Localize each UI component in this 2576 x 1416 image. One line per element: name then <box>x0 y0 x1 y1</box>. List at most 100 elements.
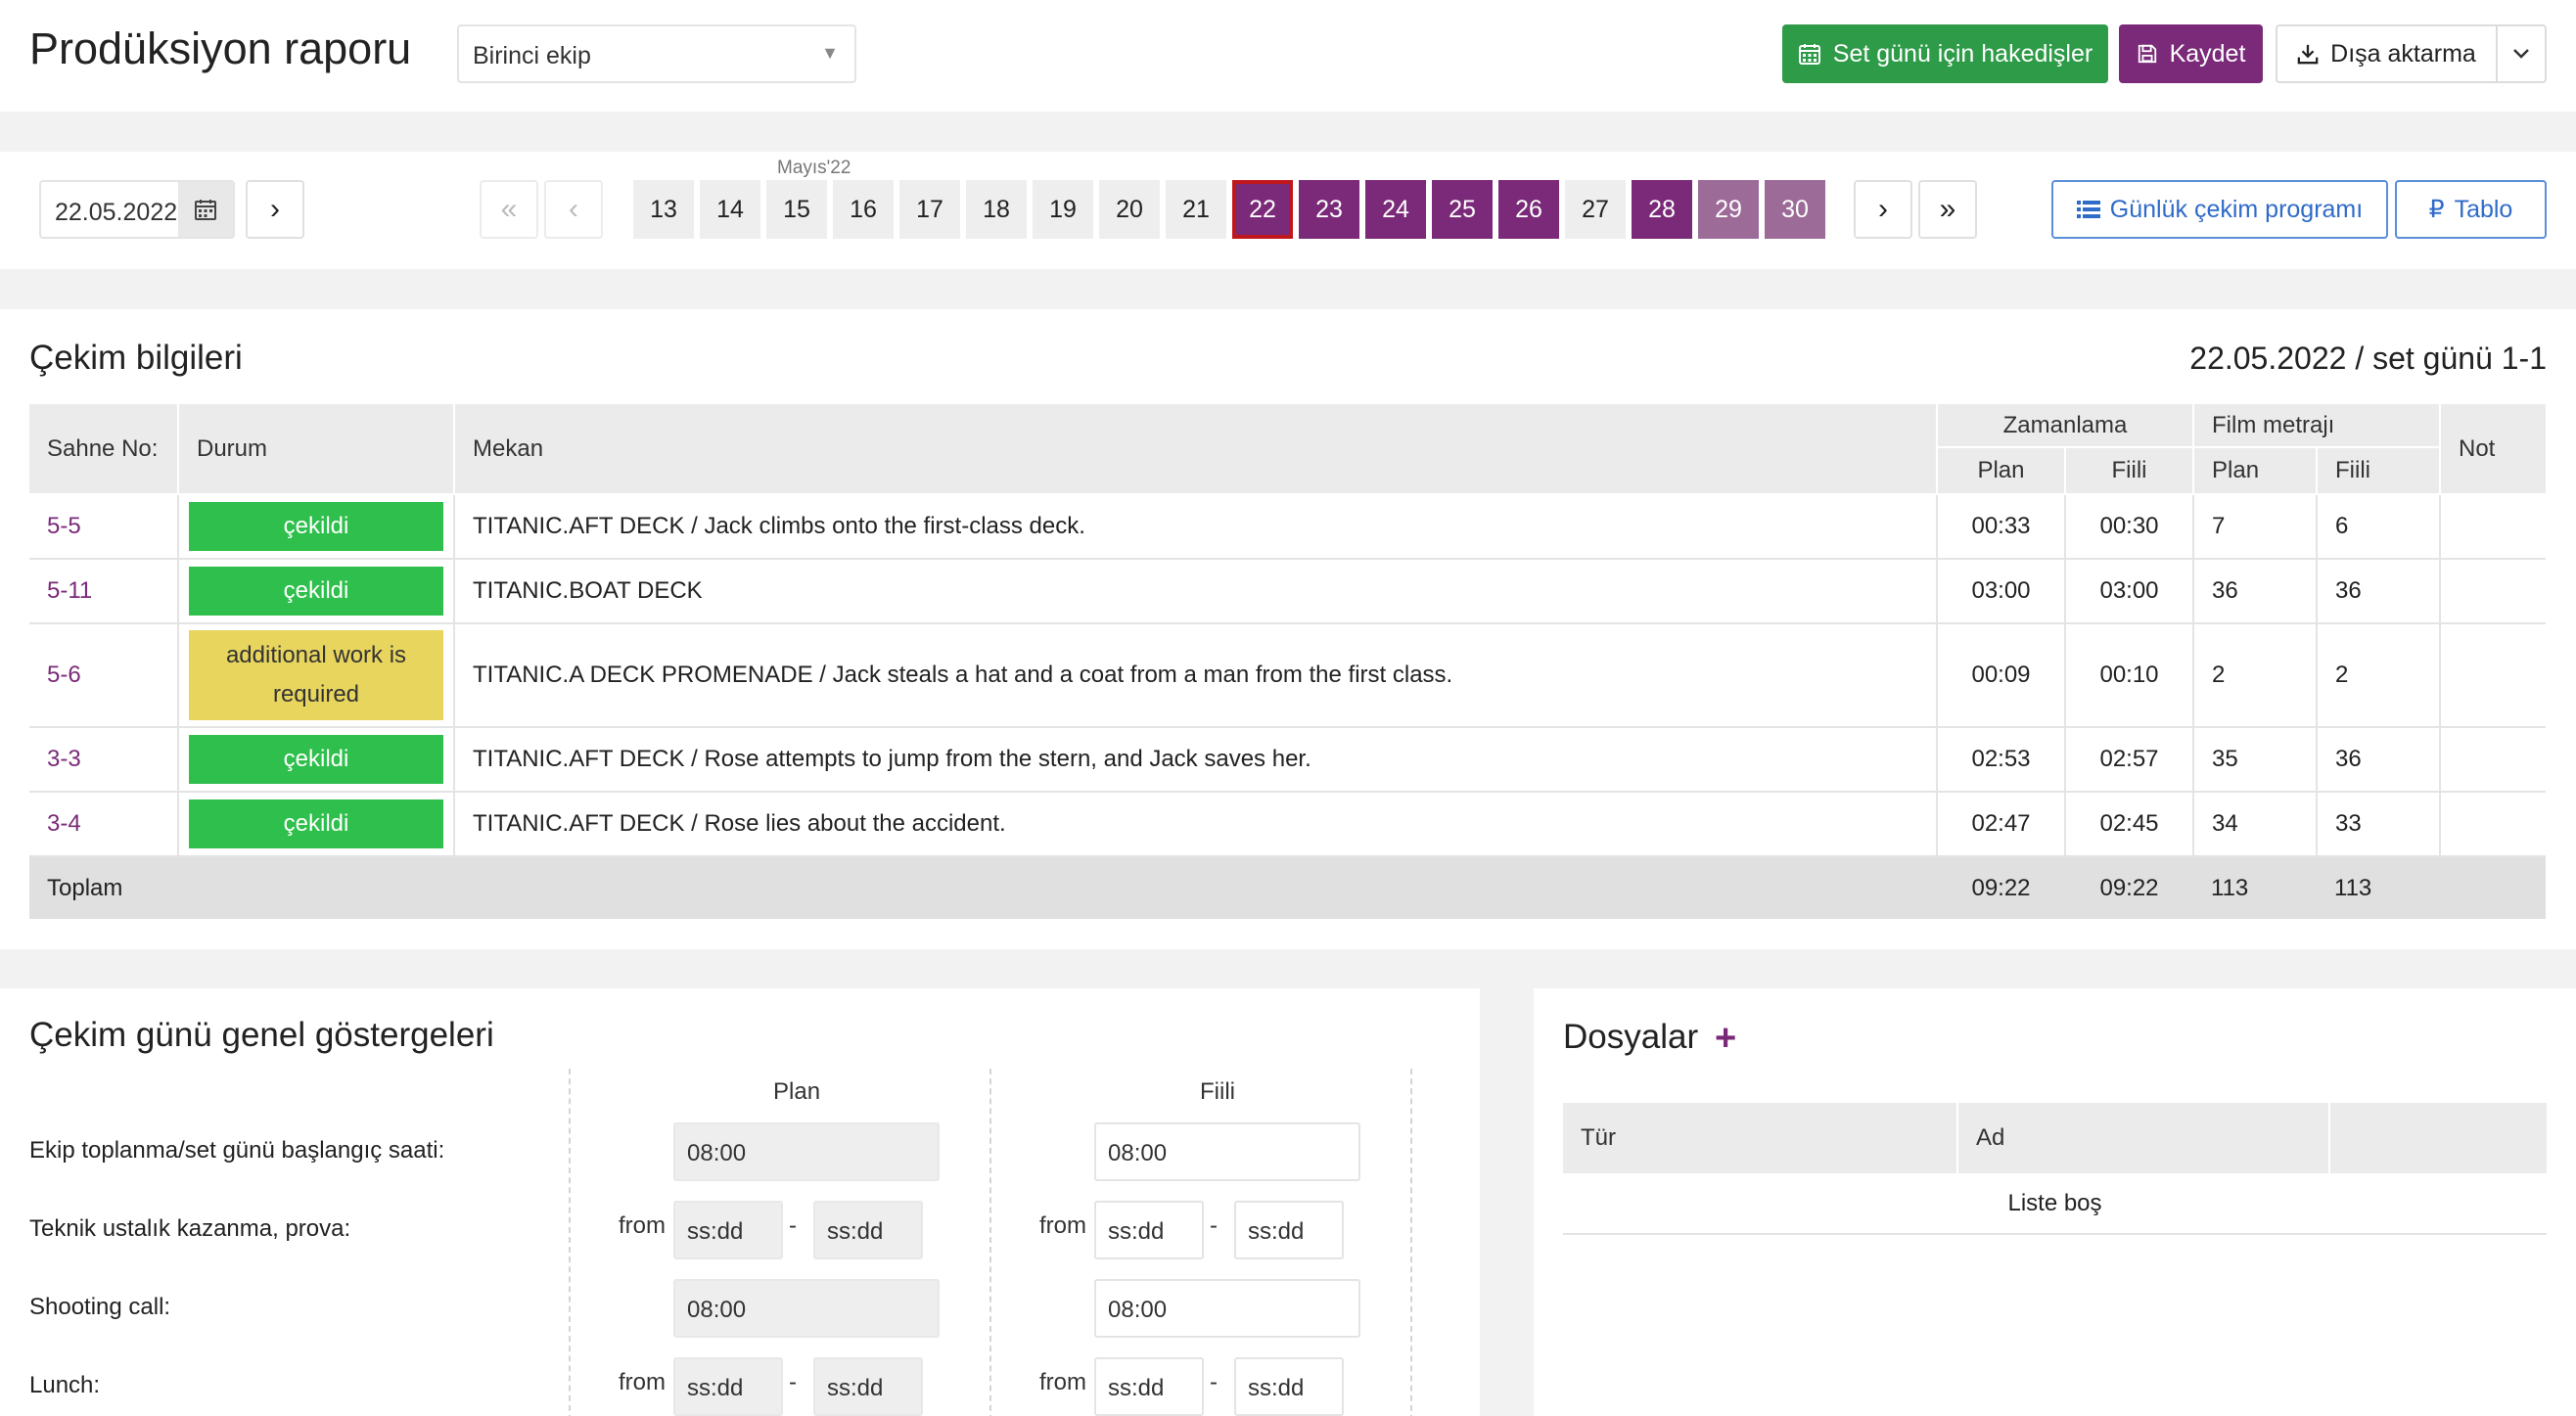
scene-link[interactable]: 3-4 <box>47 810 81 837</box>
next-date-button[interactable]: › <box>246 180 304 239</box>
shooting-call-label: Shooting call: <box>29 1294 171 1320</box>
rehearsal-actual-from[interactable]: ss:dd <box>1094 1201 1204 1259</box>
col-status: Durum <box>178 404 455 495</box>
from-label: from <box>619 1369 666 1395</box>
first-page-button[interactable]: « <box>480 180 538 239</box>
timing-plan-cell: 00:09 <box>1937 623 2066 728</box>
date-picker-button[interactable] <box>178 182 233 237</box>
col-footage-plan: Plan <box>2193 447 2318 495</box>
caret-down-icon: ▼ <box>821 43 839 63</box>
scene-link[interactable]: 5-6 <box>47 662 81 688</box>
timing-plan-cell: 00:33 <box>1937 494 2066 560</box>
date-input[interactable]: 22.05.2022 <box>39 180 235 239</box>
col-scene-no: Sahne No: <box>29 404 179 495</box>
crew-start-plan-input[interactable]: 08:00 <box>673 1122 940 1181</box>
rehearsal-actual-to[interactable]: ss:dd <box>1234 1201 1344 1259</box>
column-divider <box>569 1069 571 1416</box>
scene-link[interactable]: 5-11 <box>47 577 92 604</box>
range-dash: - <box>1210 1212 1218 1239</box>
day-cell[interactable]: 16 <box>833 180 894 239</box>
day-cell[interactable]: 28 <box>1632 180 1692 239</box>
status-badge: çekildi <box>189 735 443 784</box>
table-row: 5-6 additional work is required TITANIC.… <box>29 623 2546 728</box>
rehearsal-plan-to[interactable]: ss:dd <box>813 1201 923 1259</box>
save-button[interactable]: Kaydet <box>2119 24 2263 83</box>
status-badge: additional work is required <box>189 630 443 720</box>
col-actions <box>2329 1103 2547 1173</box>
total-note <box>2440 856 2546 919</box>
plan-column-header: Plan <box>773 1078 821 1105</box>
note-cell <box>2440 559 2546 624</box>
status-badge: çekildi <box>189 799 443 848</box>
table-button[interactable]: ₽ Tablo <box>2395 180 2547 239</box>
lunch-actual-from[interactable]: ss:dd <box>1094 1357 1204 1416</box>
col-name: Ad <box>1957 1103 2330 1173</box>
next-page-button[interactable]: › <box>1854 180 1912 239</box>
lunch-plan-to[interactable]: ss:dd <box>813 1357 923 1416</box>
set-day-label: 22.05.2022 / set günü 1-1 <box>2189 341 2547 376</box>
ruble-icon: ₽ <box>2428 196 2445 223</box>
col-type: Tür <box>1563 1103 1958 1173</box>
chevron-down-icon <box>2513 49 2529 59</box>
footage-plan-cell: 2 <box>2193 623 2318 728</box>
scene-link[interactable]: 3-3 <box>47 746 81 772</box>
day-cell[interactable]: 21 <box>1166 180 1226 239</box>
prev-page-button[interactable]: ‹ <box>544 180 603 239</box>
range-dash: - <box>789 1212 797 1239</box>
shooting-call-plan-input[interactable]: 08:00 <box>673 1279 940 1338</box>
day-cell[interactable]: 18 <box>966 180 1027 239</box>
day-cell[interactable]: 26 <box>1498 180 1559 239</box>
footage-actual-cell: 36 <box>2317 727 2441 793</box>
export-dropdown-toggle[interactable] <box>2496 24 2547 83</box>
status-badge: çekildi <box>189 502 443 551</box>
col-location: Mekan <box>454 404 1938 495</box>
set-day-payments-label: Set günü için hakedişler <box>1832 39 2093 68</box>
day-cell[interactable]: 19 <box>1033 180 1093 239</box>
day-cell[interactable]: 30 <box>1765 180 1825 239</box>
lunch-plan-from[interactable]: ss:dd <box>673 1357 783 1416</box>
total-timing-actual: 09:22 <box>2065 856 2193 919</box>
location-cell: TITANIC.AFT DECK / Rose lies about the a… <box>454 792 1938 857</box>
table-row: 3-4 çekildi TITANIC.AFT DECK / Rose lies… <box>29 792 2546 857</box>
day-cell[interactable]: 24 <box>1365 180 1426 239</box>
from-label: from <box>1039 1212 1086 1239</box>
day-cell[interactable]: 25 <box>1432 180 1493 239</box>
day-cell[interactable]: 20 <box>1099 180 1160 239</box>
last-page-button[interactable]: » <box>1918 180 1977 239</box>
export-button[interactable]: Dışa aktarma <box>2276 24 2498 83</box>
daily-schedule-button[interactable]: Günlük çekim programı <box>2051 180 2388 239</box>
day-cell[interactable]: 13 <box>633 180 694 239</box>
timing-plan-cell: 03:00 <box>1937 559 2066 624</box>
chevron-right-icon: › <box>270 193 280 225</box>
day-cell[interactable]: 23 <box>1299 180 1359 239</box>
location-cell: TITANIC.AFT DECK / Rose attempts to jump… <box>454 727 1938 793</box>
footage-actual-cell: 36 <box>2317 559 2441 624</box>
save-icon <box>2138 44 2156 64</box>
crew-select[interactable]: Birinci ekip ▼ <box>457 24 856 83</box>
day-cell[interactable]: 27 <box>1565 180 1626 239</box>
download-icon <box>2297 44 2319 65</box>
scene-link[interactable]: 5-5 <box>47 513 81 539</box>
shooting-call-actual-input[interactable]: 08:00 <box>1094 1279 1360 1338</box>
day-cell[interactable]: 29 <box>1698 180 1759 239</box>
scenes-table: Sahne No: Durum Mekan Zamanlama Film met… <box>29 404 2546 919</box>
lunch-actual-to[interactable]: ss:dd <box>1234 1357 1344 1416</box>
footage-plan-cell: 34 <box>2193 792 2318 857</box>
timing-plan-cell: 02:47 <box>1937 792 2066 857</box>
rehearsal-plan-from[interactable]: ss:dd <box>673 1201 783 1259</box>
add-file-plus-icon[interactable]: + <box>1715 1018 1736 1060</box>
actual-column-header: Fiili <box>1200 1078 1235 1105</box>
table-row: 5-5 çekildi TITANIC.AFT DECK / Jack clim… <box>29 494 2546 560</box>
day-cell[interactable]: 15 <box>766 180 827 239</box>
crew-start-actual-input[interactable]: 08:00 <box>1094 1122 1360 1181</box>
column-divider <box>989 1069 991 1416</box>
day-cell[interactable]: 14 <box>700 180 760 239</box>
day-cell-selected[interactable]: 22 <box>1232 180 1293 239</box>
lunch-label: Lunch: <box>29 1372 101 1398</box>
footage-actual-cell: 2 <box>2317 623 2441 728</box>
crew-start-label: Ekip toplanma/set günü başlangıç saati: <box>29 1137 445 1164</box>
total-footage-plan: 113 <box>2193 856 2317 919</box>
timing-plan-cell: 02:53 <box>1937 727 2066 793</box>
set-day-payments-button[interactable]: Set günü için hakedişler <box>1782 24 2108 83</box>
day-cell[interactable]: 17 <box>899 180 960 239</box>
